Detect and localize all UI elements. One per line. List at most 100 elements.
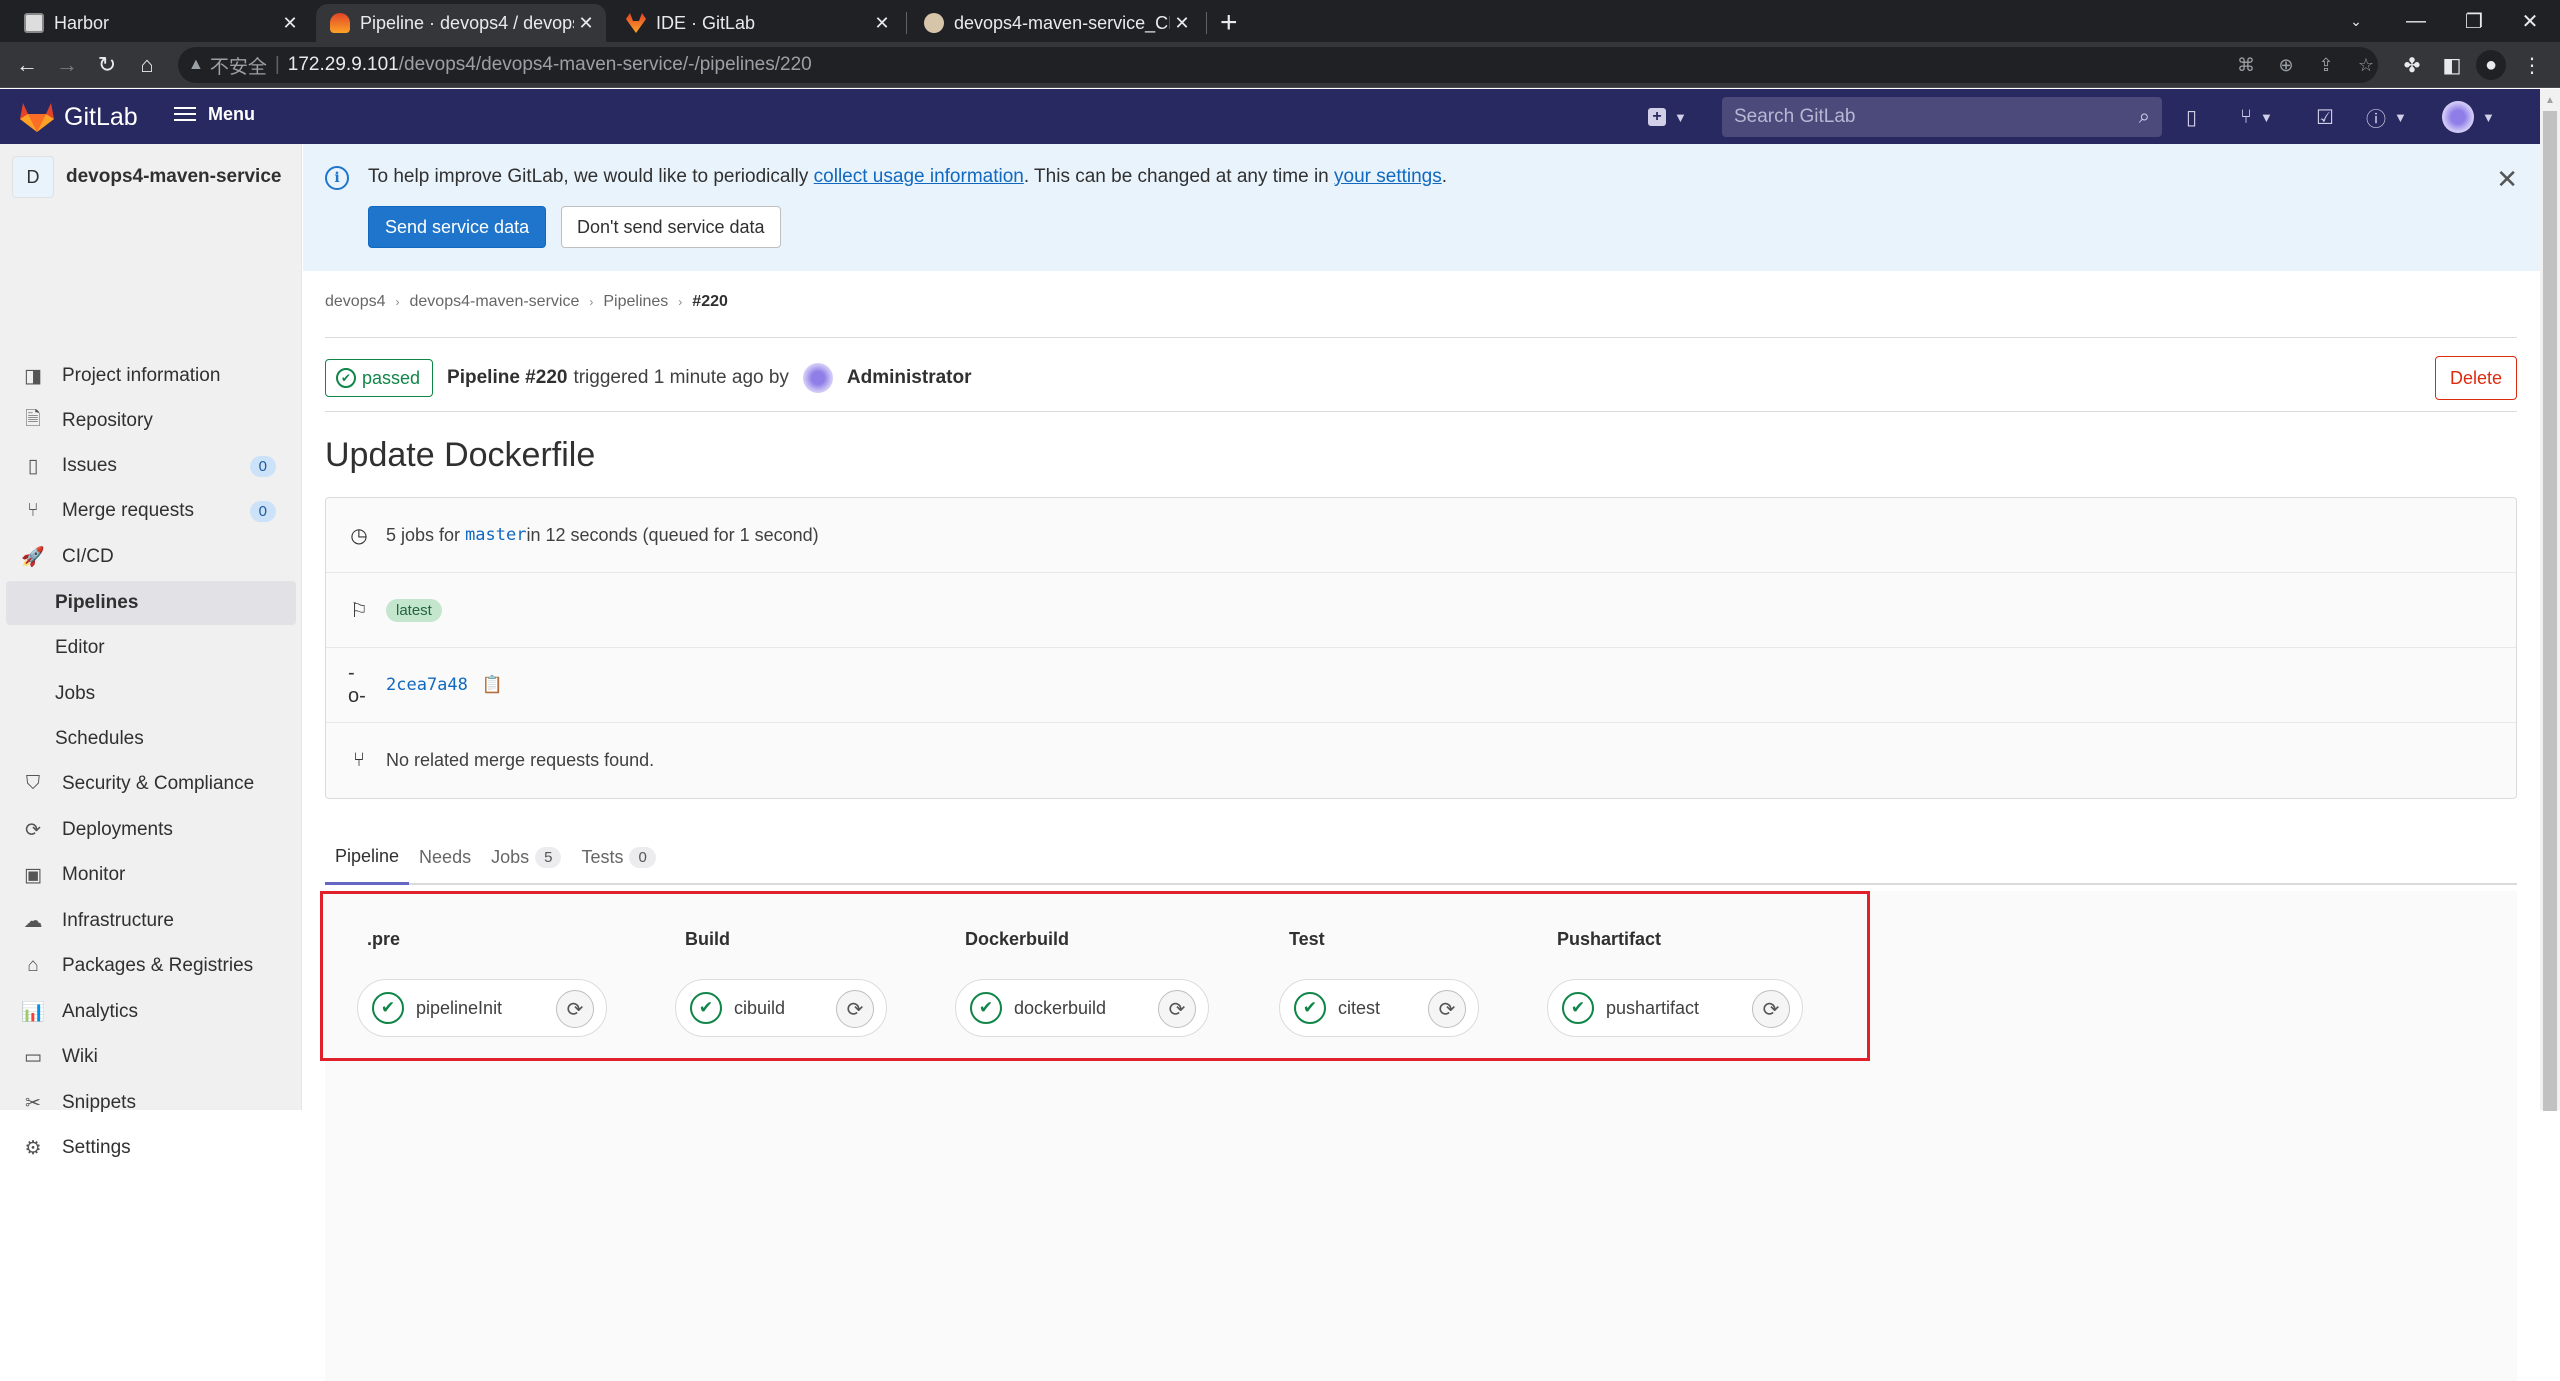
job-cibuild[interactable]: ✔ cibuild ⟳	[675, 979, 887, 1037]
scrollbar-thumb[interactable]	[2543, 111, 2557, 1111]
side-panel-icon[interactable]: ◧	[2436, 50, 2468, 80]
retry-icon[interactable]: ⟳	[1428, 990, 1466, 1028]
sidebar-item-repository[interactable]: 🗎 Repository	[6, 399, 296, 443]
translate-icon[interactable]: ⌘	[2228, 47, 2264, 83]
help-dropdown[interactable]: ⓘ ▼	[2366, 101, 2407, 133]
sidebar-item-monitor[interactable]: ▣ Monitor	[6, 853, 296, 897]
job-pipelineinit[interactable]: ✔ pipelineInit ⟳	[357, 979, 607, 1037]
project-icon: ◨	[24, 365, 42, 387]
sidebar-item-packages-registries[interactable]: ⌂ Packages & Registries	[6, 944, 296, 988]
delete-pipeline-button[interactable]: Delete	[2434, 356, 2517, 400]
bookmark-star-icon[interactable]: ☆	[2348, 47, 2384, 83]
close-tab-icon[interactable]: ✕	[1170, 13, 1194, 34]
home-icon[interactable]: ⌂	[132, 50, 162, 80]
user-name-link[interactable]: Administrator	[847, 367, 972, 389]
gear-icon: ⚙	[24, 1137, 42, 1159]
close-banner-icon[interactable]: ✕	[2496, 164, 2518, 195]
menu-button[interactable]: Menu	[174, 103, 255, 125]
sidebar-item-project-information[interactable]: ◨ Project information	[6, 354, 296, 398]
commit-sha-link[interactable]: 2cea7a48	[386, 675, 468, 695]
stage-name: .pre	[367, 929, 401, 949]
collect-usage-information-link[interactable]: collect usage information	[814, 166, 1024, 187]
sidebar-item-pipelines[interactable]: Pipelines	[6, 581, 296, 625]
sidebar-item-deployments[interactable]: ⟳ Deployments	[6, 808, 296, 852]
merge-requests-dropdown[interactable]: ⑂ ▼	[2240, 101, 2273, 133]
profile-icon[interactable]: ●	[2476, 50, 2506, 80]
extensions-icon[interactable]: ✤	[2396, 50, 2428, 80]
branch-link[interactable]: master	[465, 525, 526, 545]
pipeline-trigger-text: triggered 1 minute ago by	[573, 367, 789, 388]
dont-send-service-data-button[interactable]: Don't send service data	[561, 206, 781, 248]
sidebar-item-editor[interactable]: Editor	[6, 626, 296, 670]
send-service-data-button[interactable]: Send service data	[368, 206, 547, 248]
sidebar-item-analytics[interactable]: 📊 Analytics	[6, 990, 296, 1034]
divider	[325, 337, 2517, 338]
stage-name: Pushartifact	[1557, 929, 1662, 949]
retry-icon[interactable]: ⟳	[556, 990, 594, 1028]
issues-nav-icon[interactable]: ▯	[2186, 101, 2197, 133]
close-tab-icon[interactable]: ✕	[278, 13, 302, 34]
breadcrumb-devops4[interactable]: devops4	[325, 293, 386, 311]
back-icon[interactable]: ←	[12, 50, 42, 80]
issues-count-badge: 0	[249, 455, 276, 477]
browser-tab-harbor[interactable]: Harbor ✕	[10, 4, 310, 42]
sidebar-item-issues[interactable]: ▯ Issues 0	[6, 444, 296, 488]
browser-tab-ide[interactable]: IDE · GitLab ✕	[612, 4, 902, 42]
share-icon[interactable]: ⇪	[2308, 47, 2344, 83]
todos-icon[interactable]: ☑	[2316, 101, 2334, 133]
breadcrumb-current[interactable]: #220	[692, 293, 728, 311]
browser-tab-pipeline[interactable]: Pipeline · devops4 / devops4-maven-servi…	[316, 4, 606, 42]
status-badge[interactable]: ✔ passed	[325, 359, 434, 397]
sidebar-item-wiki[interactable]: ▭ Wiki	[6, 1035, 296, 1079]
user-avatar[interactable]	[802, 363, 833, 393]
sidebar-item-security-compliance[interactable]: ⛉ Security & Compliance	[6, 762, 296, 806]
job-pushartifact[interactable]: ✔ pushartifact ⟳	[1547, 979, 1803, 1037]
address-bar[interactable]: ▲ 不安全 | 172.29.9.101 /devops4/devops4-ma…	[178, 47, 2378, 83]
tab-tests[interactable]: Tests 0	[571, 831, 665, 883]
minimize-icon[interactable]: —	[2386, 0, 2446, 42]
tab-pipeline[interactable]: Pipeline	[325, 831, 410, 885]
tab-search-chevron-icon[interactable]: ⌄	[2326, 0, 2386, 42]
tab-needs[interactable]: Needs	[409, 831, 481, 883]
zoom-icon[interactable]: ⊕	[2268, 47, 2304, 83]
retry-icon[interactable]: ⟳	[1158, 990, 1196, 1028]
clock-icon: ◷	[350, 524, 368, 547]
forward-icon[interactable]: →	[52, 50, 82, 80]
sidebar-item-merge-requests[interactable]: ⑂ Merge requests 0	[6, 489, 296, 533]
sidebar-item-schedules[interactable]: Schedules	[6, 717, 296, 761]
restore-icon[interactable]: ❐	[2444, 0, 2504, 42]
project-link[interactable]: D devops4-maven-service	[12, 156, 281, 198]
package-icon: ⌂	[27, 955, 39, 976]
usage-ping-banner: i To help improve GitLab, we would like …	[303, 144, 2540, 271]
sidebar-item-settings[interactable]: ⚙ Settings	[6, 1126, 296, 1170]
reload-icon[interactable]: ↻	[92, 50, 122, 80]
sidebar-item-infrastructure[interactable]: ☁ Infrastructure	[6, 899, 296, 943]
sidebar-item-jobs[interactable]: Jobs	[6, 672, 296, 716]
gitlab-home-link[interactable]: GitLab	[20, 101, 138, 133]
retry-icon[interactable]: ⟳	[1752, 990, 1790, 1028]
page-scrollbar[interactable]: ▲	[2540, 89, 2560, 1111]
scroll-up-icon[interactable]: ▲	[2545, 95, 2555, 106]
copy-clipboard-icon[interactable]: 📋	[482, 675, 503, 695]
new-tab-button[interactable]: +	[1220, 6, 1238, 40]
pipeline-tags-row: ⚐ latest	[326, 573, 2516, 648]
retry-icon[interactable]: ⟳	[836, 990, 874, 1028]
browser-tab-jenkins[interactable]: devops4-maven-service_CI 2cea7a48 ✕	[910, 4, 1202, 42]
more-menu-icon[interactable]: ⋮	[2516, 50, 2548, 80]
sidebar-item-snippets[interactable]: ✂ Snippets	[6, 1081, 296, 1125]
your-settings-link[interactable]: your settings	[1334, 166, 1442, 187]
sidebar-item-cicd[interactable]: 🚀 CI/CD	[6, 535, 296, 579]
close-tab-icon[interactable]: ✕	[574, 13, 598, 34]
gitlab-favicon-icon	[626, 13, 646, 33]
tab-jobs[interactable]: Jobs 5	[481, 831, 571, 883]
job-dockerbuild[interactable]: ✔ dockerbuild ⟳	[955, 979, 1209, 1037]
job-citest[interactable]: ✔ citest ⟳	[1279, 979, 1479, 1037]
window-close-icon[interactable]: ✕	[2500, 0, 2560, 42]
new-dropdown[interactable]: + ▼	[1648, 101, 1687, 133]
user-menu[interactable]: ▼	[2442, 101, 2495, 133]
breadcrumb-pipelines[interactable]: Pipelines	[603, 293, 668, 311]
search-input[interactable]: Search GitLab ⌕	[1722, 97, 2162, 137]
close-tab-icon[interactable]: ✕	[870, 13, 894, 34]
breadcrumb-project[interactable]: devops4-maven-service	[410, 293, 580, 311]
chevron-down-icon: ▼	[2260, 109, 2273, 125]
